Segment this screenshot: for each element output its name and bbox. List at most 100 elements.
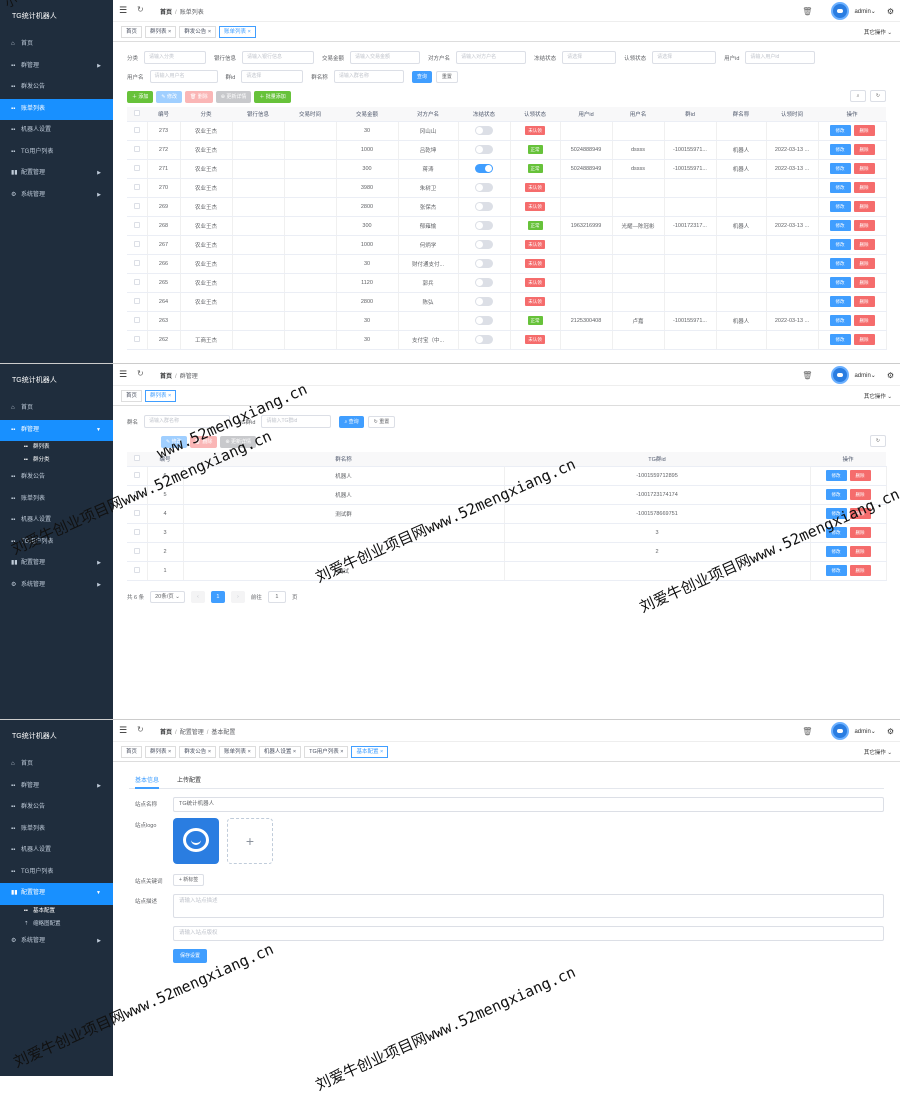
tag-item[interactable]: 群列表 × bbox=[145, 746, 177, 758]
sidebar-subitem-thumb-config[interactable]: ⇡ 缩略图配置 bbox=[0, 917, 113, 931]
sidebar-item-system-mgmt[interactable]: ⚙ 系统管理 ▶ bbox=[0, 575, 113, 597]
sidebar-item-group-mgmt[interactable]: ▪▪ 群管理 ▶ bbox=[0, 776, 113, 798]
hamburger-icon[interactable]: ☰ bbox=[119, 5, 127, 16]
filter-input[interactable]: 请输入用户id bbox=[745, 51, 816, 64]
sidebar-item-config-mgmt[interactable]: ▮▮ 配置管理 ▼ bbox=[0, 883, 113, 905]
row-checkbox[interactable] bbox=[133, 145, 140, 152]
breadcrumb-home[interactable]: 首页 bbox=[160, 10, 172, 16]
site-copyright-input[interactable]: 请输入站点版权 bbox=[173, 926, 884, 941]
sidebar-item-home[interactable]: ⌂ 首页 bbox=[0, 34, 113, 56]
filter-input[interactable]: 请输入用户名 bbox=[149, 70, 218, 83]
row-edit-button[interactable]: 修改 bbox=[825, 489, 847, 500]
tag-item[interactable]: 群发公告 × bbox=[179, 746, 217, 758]
site-name-input[interactable]: TG统计机器人 bbox=[173, 797, 884, 812]
freeze-toggle[interactable] bbox=[475, 259, 493, 268]
tag-item[interactable]: 首页 bbox=[121, 746, 143, 758]
trash-icon[interactable]: 🗑 bbox=[802, 371, 812, 380]
row-edit-button[interactable]: 修改 bbox=[829, 144, 851, 155]
search-toggle-button[interactable]: ⌕ bbox=[850, 90, 866, 102]
sidebar-item-tg-users[interactable]: ▪▪ TG用户列表 bbox=[0, 142, 113, 164]
filter-input[interactable]: 请输入对方户名 bbox=[456, 51, 527, 64]
row-delete-button[interactable]: 删除 bbox=[853, 277, 875, 288]
row-delete-button[interactable]: 删除 bbox=[849, 489, 871, 500]
tag-bill-list[interactable]: 账单列表 × bbox=[219, 26, 256, 38]
sidebar-item-config-mgmt[interactable]: ▮▮ 配置管理 ▶ bbox=[0, 553, 113, 575]
sidebar-item-config-mgmt[interactable]: ▮▮ 配置管理 ▶ bbox=[0, 163, 113, 185]
next-page-button[interactable]: › bbox=[230, 590, 245, 603]
sidebar-item-bill-list[interactable]: ▪▪ 账单列表 bbox=[0, 819, 113, 841]
row-edit-button[interactable]: 修改 bbox=[829, 296, 851, 307]
page-number-current[interactable]: 1 bbox=[210, 590, 225, 603]
add-tag-button[interactable]: + 新标签 bbox=[173, 874, 205, 886]
row-checkbox[interactable] bbox=[133, 335, 140, 342]
freeze-toggle[interactable] bbox=[475, 183, 493, 192]
update-detail-button[interactable]: ⊕ 更新详情 bbox=[215, 91, 252, 103]
tag-item[interactable]: 基本配置 × bbox=[351, 746, 389, 758]
freeze-toggle[interactable] bbox=[475, 297, 493, 306]
row-delete-button[interactable]: 删除 bbox=[853, 315, 875, 326]
add-button[interactable]: ＋ 添加 bbox=[127, 91, 154, 103]
tab-basic-info[interactable]: 基本信息 bbox=[135, 775, 160, 789]
search-button[interactable]: ⌕ 查询 bbox=[339, 415, 364, 428]
row-checkbox[interactable] bbox=[133, 566, 140, 573]
row-checkbox[interactable] bbox=[133, 547, 140, 554]
sidebar-subitem-basic-config[interactable]: ▪▪ 基本配置 bbox=[0, 904, 113, 918]
freeze-toggle[interactable] bbox=[475, 202, 493, 211]
row-edit-button[interactable]: 修改 bbox=[829, 334, 851, 345]
tag-home[interactable]: 首页 bbox=[121, 26, 143, 38]
row-delete-button[interactable]: 删除 bbox=[853, 201, 875, 212]
tab-upload-config[interactable]: 上传配置 bbox=[177, 775, 201, 789]
filter-input[interactable]: 请输入银行信息 bbox=[242, 51, 315, 64]
site-desc-textarea[interactable]: 请输入站点描述 bbox=[173, 894, 884, 918]
sidebar-item-robot-settings[interactable]: ▪▪ 机器人设置 bbox=[0, 120, 113, 142]
refresh-icon[interactable]: ↻ bbox=[137, 369, 144, 378]
tag-item[interactable]: 账单列表 × bbox=[219, 746, 256, 758]
more-ops-dropdown[interactable]: 其它操作 ⌄ bbox=[864, 28, 892, 36]
logo-upload-button[interactable]: + bbox=[227, 818, 273, 864]
freeze-toggle[interactable] bbox=[475, 164, 493, 173]
row-checkbox[interactable] bbox=[133, 297, 140, 304]
user-menu[interactable]: admin⌄ bbox=[854, 8, 875, 15]
search-button[interactable]: 查询 bbox=[411, 70, 432, 83]
filter-input[interactable]: 请输入群名称 bbox=[333, 70, 404, 83]
select-all-checkbox[interactable] bbox=[134, 454, 140, 461]
row-edit-button[interactable]: 修改 bbox=[829, 163, 851, 174]
edit-button[interactable]: ✎ 修改 bbox=[156, 91, 183, 103]
row-edit-button[interactable]: 修改 bbox=[825, 565, 847, 576]
prev-page-button[interactable]: ‹ bbox=[190, 590, 205, 603]
row-delete-button[interactable]: 删除 bbox=[853, 296, 875, 307]
freeze-toggle[interactable] bbox=[475, 145, 493, 154]
filter-input[interactable]: 请选择 bbox=[652, 51, 717, 64]
hamburger-icon[interactable]: ☰ bbox=[119, 725, 127, 736]
freeze-toggle[interactable] bbox=[475, 221, 493, 230]
sidebar-item-home[interactable]: ⌂ 首页 bbox=[0, 398, 113, 420]
row-checkbox[interactable] bbox=[133, 240, 140, 247]
sidebar-item-group-mgmt[interactable]: ▪▪ 群管理 ▼ bbox=[0, 419, 113, 441]
row-delete-button[interactable]: 删除 bbox=[849, 527, 871, 538]
row-checkbox[interactable] bbox=[133, 202, 140, 209]
row-checkbox[interactable] bbox=[133, 316, 140, 323]
group-name-input[interactable]: 请输入群名称 bbox=[144, 415, 231, 428]
row-edit-button[interactable]: 修改 bbox=[829, 277, 851, 288]
breadcrumb-home[interactable]: 首页 bbox=[160, 730, 172, 736]
row-delete-button[interactable]: 删除 bbox=[853, 334, 875, 345]
row-edit-button[interactable]: 修改 bbox=[829, 220, 851, 231]
row-delete-button[interactable]: 删除 bbox=[849, 546, 871, 557]
sidebar-item-group-mgmt[interactable]: ▪▪ 群管理 ▶ bbox=[0, 56, 113, 78]
row-checkbox[interactable] bbox=[133, 259, 140, 266]
gear-icon[interactable]: ⚙ bbox=[887, 371, 894, 380]
avatar[interactable] bbox=[831, 2, 850, 20]
tg-group-id-input[interactable]: 请输入TG群id bbox=[261, 415, 332, 428]
refresh-icon[interactable]: ↻ bbox=[137, 5, 144, 14]
row-delete-button[interactable]: 删除 bbox=[853, 125, 875, 136]
site-logo-image[interactable] bbox=[173, 818, 219, 864]
reset-button[interactable]: ↻ 重置 bbox=[367, 415, 396, 428]
trash-icon[interactable]: 🗑 bbox=[802, 727, 812, 736]
sidebar-subitem-group-list[interactable]: ▪▪ 群列表 bbox=[0, 441, 113, 454]
sidebar-item-home[interactable]: ⌂ 首页 bbox=[0, 754, 113, 776]
freeze-toggle[interactable] bbox=[475, 335, 493, 344]
row-edit-button[interactable]: 修改 bbox=[829, 239, 851, 250]
row-checkbox[interactable] bbox=[133, 528, 140, 535]
tag-group-list[interactable]: 群列表 × bbox=[145, 390, 177, 402]
delete-button[interactable]: 🗑 删除 bbox=[185, 91, 213, 103]
